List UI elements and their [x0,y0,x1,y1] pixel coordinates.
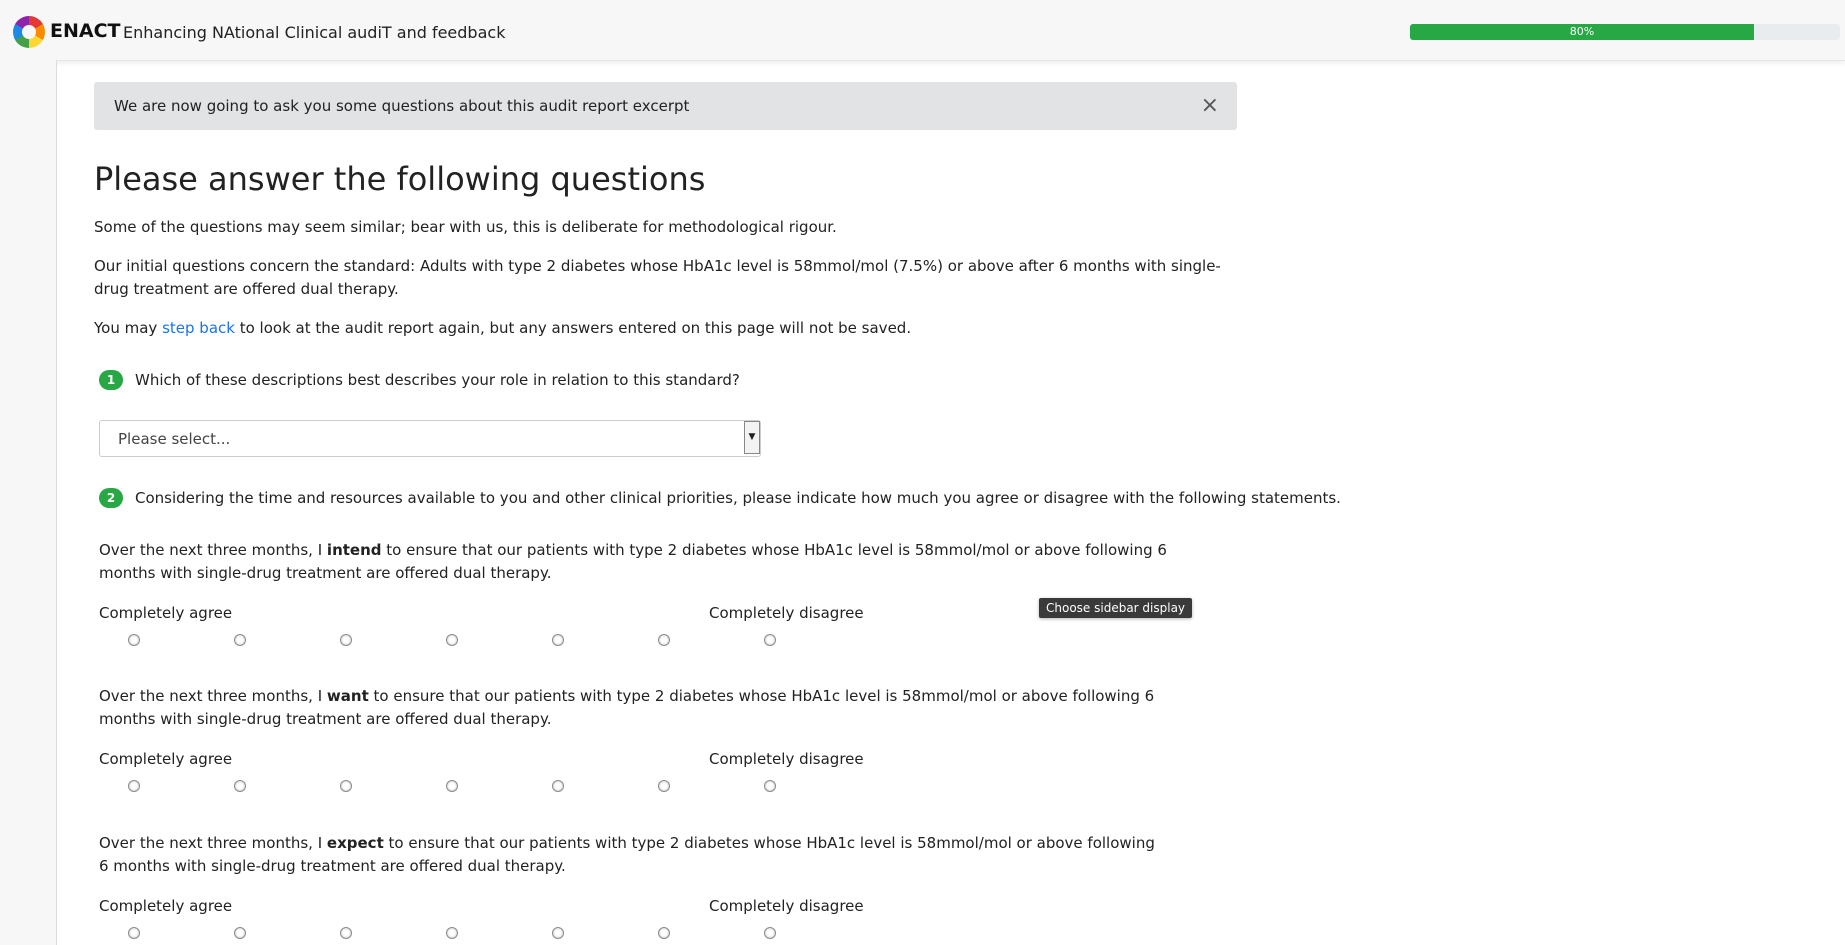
question-2-text: Considering the time and resources avail… [135,489,1341,507]
brand-name: ENACT [50,20,121,42]
left-divider [56,60,57,945]
alert-message: We are now going to ask you some questio… [114,97,690,115]
statement-intend: Over the next three months, I intend to … [99,539,1169,585]
likert-radio-7[interactable] [764,634,776,646]
statement-want: Over the next three months, I want to en… [99,685,1169,731]
close-icon[interactable]: × [1201,93,1219,118]
stepback-prefix: You may [94,319,163,337]
progress-bar: 80% [1410,24,1840,40]
statement-prefix: Over the next three months, I [99,687,327,705]
likert-radio-6[interactable] [658,634,670,646]
statement-prefix: Over the next three months, I [99,541,327,559]
scale-left-label: Completely agree [99,897,233,915]
likert-radio-5[interactable] [552,927,564,939]
question-2-badge: 2 [99,488,123,508]
statement-verb: intend [326,541,382,559]
likert-radio-5[interactable] [552,634,564,646]
likert-radio-1[interactable] [128,780,140,792]
intro-text: Some of the questions may seem similar; … [94,218,837,236]
page-title: Please answer the following questions [94,160,706,198]
scale-right-label: Completely disagree [709,750,864,768]
enact-logo-icon [13,16,45,48]
likert-radio-7[interactable] [764,927,776,939]
scale-left-label: Completely agree [99,604,233,622]
standard-text: Our initial questions concern the standa… [94,257,1221,298]
scale-right-label: Completely disagree [709,604,864,622]
question-1-text: Which of these descriptions best describ… [135,371,740,389]
likert-radio-4[interactable] [446,780,458,792]
brand-tagline: Enhancing NAtional Clinical audiT and fe… [123,23,506,42]
likert-radio-2[interactable] [234,634,246,646]
likert-radio-1[interactable] [128,634,140,646]
statement-verb: expect [326,834,384,852]
scale-right-label: Completely disagree [709,897,864,915]
role-select-value: Please select... [118,430,231,448]
likert-radio-3[interactable] [340,780,352,792]
likert-radio-3[interactable] [340,634,352,646]
step-back-link[interactable]: step back [162,319,235,337]
info-alert: We are now going to ask you some questio… [94,82,1237,130]
logo-center [22,25,36,39]
chevron-down-icon[interactable]: ▼ [744,421,760,454]
question-1-badge: 1 [99,370,123,390]
left-gutter [0,60,56,945]
stepback-suffix: to look at the audit report again, but a… [234,319,912,337]
likert-radio-4[interactable] [446,927,458,939]
statement-verb: want [326,687,369,705]
statement-prefix: Over the next three months, I [99,834,327,852]
likert-radio-1[interactable] [128,927,140,939]
likert-radio-3[interactable] [340,927,352,939]
progress-fill: 80% [1410,24,1754,40]
likert-radio-2[interactable] [234,927,246,939]
role-select[interactable]: Please select... ▼ [99,420,761,457]
likert-radio-7[interactable] [764,780,776,792]
likert-radio-4[interactable] [446,634,458,646]
likert-radio-6[interactable] [658,780,670,792]
likert-radio-5[interactable] [552,780,564,792]
sidebar-display-tooltip: Choose sidebar display [1039,598,1193,618]
scale-left-label: Completely agree [99,750,233,768]
stepback-text: You may step back to look at the audit r… [94,317,911,340]
likert-radio-2[interactable] [234,780,246,792]
likert-radio-6[interactable] [658,927,670,939]
top-bar: ENACT Enhancing NAtional Clinical audiT … [0,0,1845,61]
statement-expect: Over the next three months, I expect to … [99,832,1169,878]
